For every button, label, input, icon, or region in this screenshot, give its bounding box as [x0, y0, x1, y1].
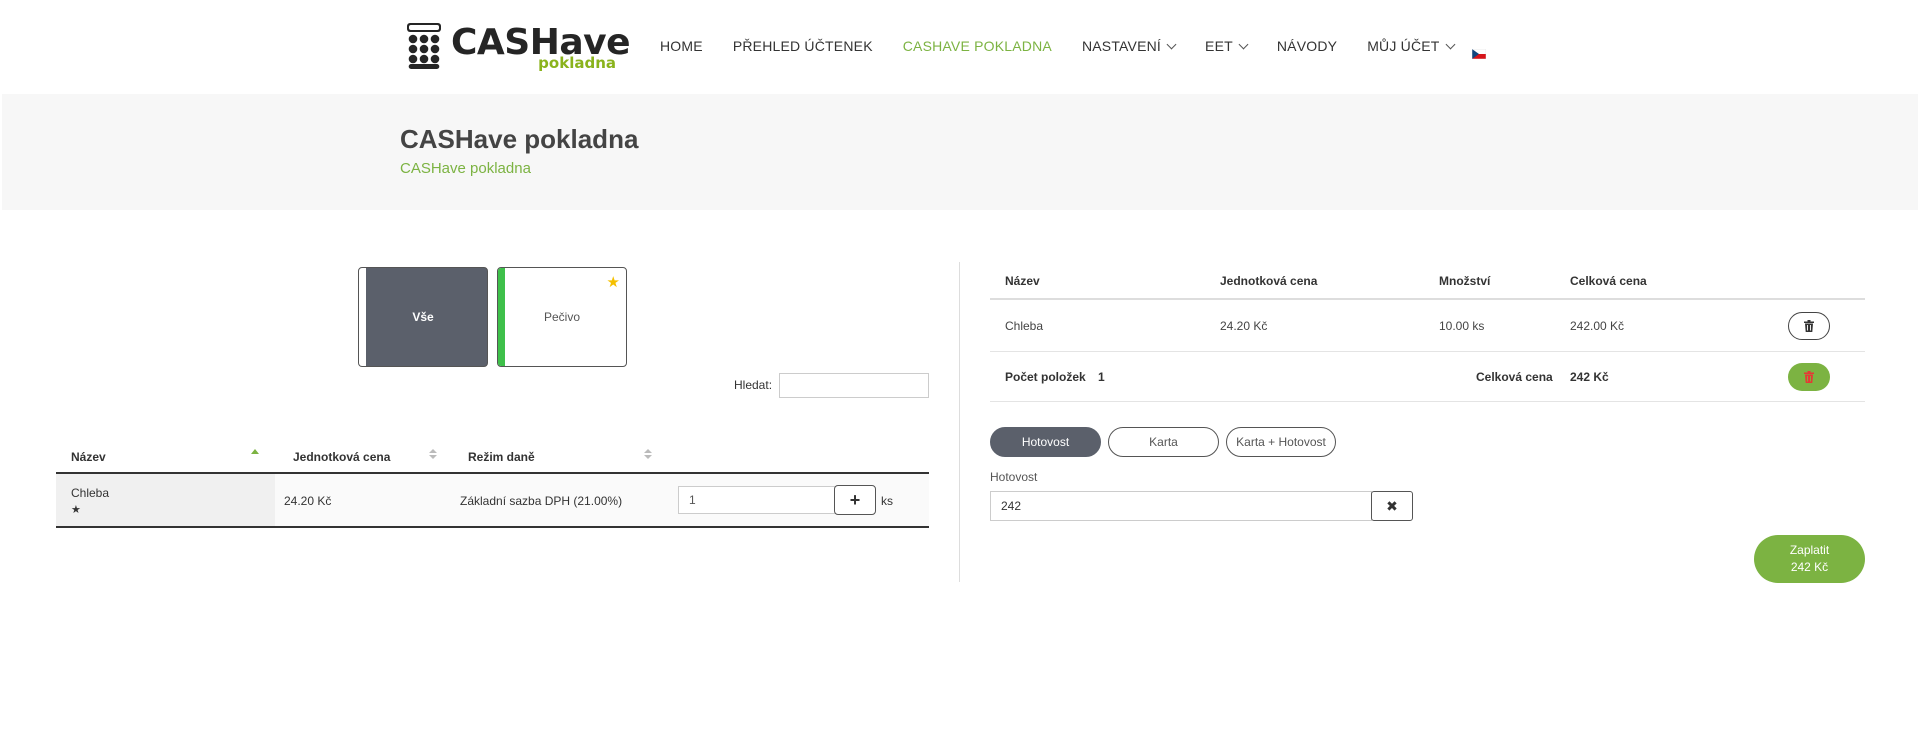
product-name: Chleba — [71, 486, 110, 500]
cash-input[interactable] — [990, 491, 1372, 521]
nav-guides[interactable]: NÁVODY — [1277, 38, 1337, 54]
item-count: 1 — [1098, 370, 1105, 384]
close-icon: ✖ — [1386, 497, 1398, 514]
logo-text: CASHave pokladna — [451, 20, 631, 72]
remove-item-button[interactable] — [1788, 312, 1830, 340]
nav-eet[interactable]: EET — [1205, 38, 1249, 54]
page: CASHave pokladna HOME PŘEHLED ÚČTENEK CA… — [0, 0, 1920, 744]
cart-column-price: Jednotková cena — [1220, 274, 1318, 288]
cart-table-header: Název Jednotková cena Množství Celková c… — [990, 262, 1865, 300]
category-label: Pečivo — [543, 310, 581, 324]
cash-label: Hotovost — [990, 470, 1038, 484]
sort-up-icon[interactable] — [429, 449, 437, 453]
trash-icon — [1804, 320, 1814, 332]
column-header-name[interactable]: Název — [71, 450, 106, 464]
site-header: CASHave pokladna HOME PŘEHLED ÚČTENEK CA… — [0, 0, 1920, 94]
add-to-cart-button[interactable]: + — [834, 485, 876, 515]
search-input[interactable] — [779, 373, 929, 398]
sort-asc-icon[interactable] — [251, 449, 259, 454]
trash-icon — [1804, 371, 1814, 383]
plus-icon: + — [849, 489, 861, 510]
nav-label: PŘEHLED ÚČTENEK — [732, 38, 873, 54]
nav-pos[interactable]: CASHAVE POKLADNA — [903, 38, 1052, 54]
cart-summary-row: Počet položek 1 Celková cena 242 Kč — [990, 352, 1865, 402]
nav-label: MŮJ ÚČET — [1367, 38, 1440, 54]
quantity-unit: ks — [881, 494, 893, 508]
logo[interactable]: CASHave pokladna — [406, 20, 631, 72]
title-band: CASHave pokladna CASHave pokladna — [2, 94, 1918, 210]
category-pecivo[interactable]: ★ Pečivo — [497, 267, 627, 367]
cart-table: Název Jednotková cena Množství Celková c… — [990, 262, 1865, 402]
product-price: 24.20 Kč — [284, 494, 332, 508]
nav-label: HOME — [660, 38, 703, 54]
category-color-bar — [359, 268, 366, 366]
main-nav: HOME PŘEHLED ÚČTENEK CASHAVE POKLADNA NA… — [660, 38, 1484, 54]
chevron-down-icon — [1445, 39, 1456, 49]
pay-amount: 242 Kč — [1790, 560, 1829, 574]
czech-flag-icon[interactable] — [1472, 49, 1486, 59]
product-table-header: Název Jednotková cena Režim daně — [56, 440, 929, 474]
nav-settings[interactable]: NASTAVENÍ — [1081, 38, 1177, 54]
product-table: Název Jednotková cena Režim daně Chleba … — [56, 440, 929, 528]
product-name-cell: Chleba ★ — [56, 474, 275, 526]
category-color-bar — [498, 268, 505, 366]
clear-cash-button[interactable]: ✖ — [1371, 491, 1413, 521]
total-amount: 242 Kč — [1570, 370, 1609, 384]
nav-label: NÁVODY — [1276, 38, 1338, 54]
logo-sub-text: pokladna — [538, 54, 616, 72]
cart-row: Chleba 24.20 Kč 10.00 ks 242.00 Kč — [990, 300, 1865, 352]
nav-label: CASHAVE POKLADNA — [902, 38, 1052, 54]
chevron-down-icon — [1238, 39, 1249, 49]
table-row: Chleba ★ 24.20 Kč Základní sazba DPH (21… — [56, 474, 929, 528]
search-label: Hledat: — [734, 378, 773, 392]
category-all[interactable]: Vše — [358, 267, 488, 367]
sort-down-icon[interactable] — [429, 455, 437, 459]
total-label: Celková cena — [1476, 370, 1553, 384]
sort-up-icon[interactable] — [644, 449, 652, 453]
favorite-star-icon: ★ — [606, 274, 620, 291]
payment-card-button[interactable]: Karta — [1108, 427, 1219, 457]
nav-label: EET — [1205, 38, 1233, 54]
calculator-icon — [407, 23, 441, 69]
cart-item-name: Chleba — [1005, 319, 1044, 333]
pay-button[interactable]: Zaplatit 242 Kč — [1754, 535, 1865, 583]
breadcrumb[interactable]: CASHave pokladna — [400, 160, 531, 177]
cart-column-name: Název — [1005, 274, 1040, 288]
column-divider — [959, 262, 960, 582]
column-header-price[interactable]: Jednotková cena — [293, 450, 390, 464]
column-header-tax[interactable]: Režim daně — [468, 450, 535, 464]
quantity-input[interactable] — [678, 486, 838, 514]
nav-home[interactable]: HOME — [660, 38, 703, 54]
payment-card-cash-button[interactable]: Karta + Hotovost — [1226, 427, 1336, 457]
nav-label: NASTAVENÍ — [1081, 38, 1162, 54]
chevron-down-icon — [1166, 39, 1177, 49]
pay-label: Zaplatit — [1789, 543, 1830, 557]
clear-cart-button[interactable] — [1788, 363, 1830, 391]
favorite-star-icon[interactable]: ★ — [71, 503, 81, 516]
cart-item-total: 242.00 Kč — [1570, 319, 1625, 333]
cart-column-total: Celková cena — [1570, 274, 1647, 288]
nav-receipts[interactable]: PŘEHLED ÚČTENEK — [733, 38, 873, 54]
cart-column-qty: Množství — [1439, 274, 1491, 288]
category-label: Vše — [412, 310, 434, 324]
cart-item-price: 24.20 Kč — [1220, 319, 1268, 333]
nav-account[interactable]: MŮJ ÚČET — [1367, 38, 1456, 54]
page-title: CASHave pokladna — [400, 124, 639, 154]
item-count-label: Počet položek — [1005, 370, 1086, 384]
product-tax: Základní sazba DPH (21.00%) — [460, 494, 623, 508]
payment-cash-button[interactable]: Hotovost — [990, 427, 1101, 457]
cart-item-qty: 10.00 ks — [1439, 319, 1485, 333]
sort-down-icon[interactable] — [644, 455, 652, 459]
